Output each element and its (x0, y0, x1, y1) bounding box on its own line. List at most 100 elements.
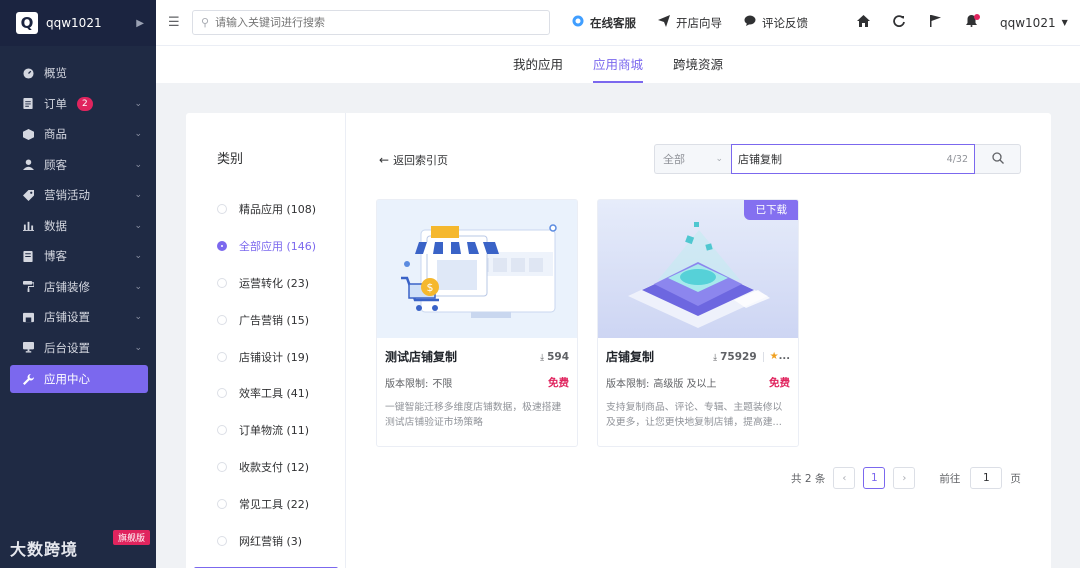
sidebar-item-app-center[interactable]: 应用中心 (10, 365, 148, 393)
footer-logo: 大数跨境 (10, 540, 79, 559)
radio-button[interactable] (217, 204, 227, 215)
download-icon: ⤓ (713, 352, 718, 363)
app-illustration-copy: 已下载 (598, 200, 798, 338)
chevron-down-icon: ⌄ (134, 159, 142, 170)
app-card-body: 测试店铺复制 ⤓ 594 版本限制: 不限 免费 一键智能迁移多维度店铺数据，极速… (377, 338, 577, 430)
global-search-input[interactable] (215, 16, 536, 29)
category-item[interactable]: 广告营销 (15) (217, 301, 316, 338)
page-suffix: 页 (1010, 472, 1021, 485)
sidebar-item-store-settings[interactable]: 店铺设置 ⌄ (0, 302, 156, 333)
radio-button[interactable] (217, 461, 227, 472)
price-label: 免费 (548, 377, 569, 389)
order-icon (22, 98, 34, 110)
header-actions (856, 13, 1000, 31)
radio-button[interactable] (217, 314, 227, 325)
sidebar-item-products[interactable]: 商品 ⌄ (0, 119, 156, 150)
star-icon: ★ (769, 351, 779, 362)
edition-badge: 旗舰版 (112, 530, 150, 545)
radio-button[interactable] (217, 535, 227, 546)
pagination: 共 2 条 ‹ 1 › 前往 1 页 (791, 467, 1021, 489)
scope-select[interactable]: 全部 ⌄ (654, 144, 731, 174)
char-count: 4/32 (946, 153, 968, 165)
download-count: ⤓ 594 (540, 350, 569, 363)
category-item[interactable]: 网红营销 (3) (217, 522, 316, 559)
download-icon: ⤓ (540, 352, 545, 363)
home-icon[interactable] (856, 14, 870, 31)
customer-icon (22, 159, 34, 171)
app-title: 测试店铺复制 (385, 350, 458, 364)
app-search-bar: 全部 ⌄ 4/32 (654, 144, 1021, 174)
product-icon (22, 128, 34, 140)
tab-my-apps[interactable]: 我的应用 (513, 46, 563, 83)
prev-page-button[interactable]: ‹ (833, 467, 856, 489)
tab-app-store[interactable]: 应用商城 (592, 46, 644, 83)
refresh-icon[interactable] (892, 14, 906, 31)
downloaded-badge: 已下载 (743, 200, 798, 220)
tab-cross-border-resources[interactable]: 跨境资源 (673, 46, 723, 83)
user-menu[interactable]: qqw1021 ▼ (1000, 16, 1068, 30)
radio-button[interactable] (217, 277, 227, 288)
brand-switcher[interactable]: Q qqw1021 ▶ (0, 0, 156, 46)
category-item[interactable]: 运营转化 (23) (217, 265, 316, 302)
sidebar-menu: 概览 订单 2 ⌄ 商品 ⌄ 顾客 ⌄ 营销活动 ⌄ 数据 ⌄ 博客 ⌄ 店铺装… (0, 58, 156, 393)
chevron-down-icon: ⌄ (134, 342, 142, 353)
tag-icon (22, 189, 34, 201)
chevron-down-icon: ⌄ (134, 98, 142, 109)
monitor-icon (22, 342, 34, 354)
caret-down-icon: ▼ (1061, 18, 1068, 27)
version-limit-value: 不限 (432, 379, 453, 390)
category-item[interactable]: 常见工具 (22) (217, 485, 316, 522)
sidebar-item-admin-settings[interactable]: 后台设置 ⌄ (0, 333, 156, 364)
category-item[interactable]: 店铺设计 (19) (217, 338, 316, 375)
keyword-input[interactable] (738, 152, 947, 166)
app-card[interactable]: $ 测试店铺复制 ⤓ 594 版本限制: 不限 免费 一键智能迁移多维度店铺数据，… (376, 199, 578, 447)
chevron-down-icon: ⌄ (134, 220, 142, 231)
goto-label: 前往 (939, 472, 961, 485)
version-limit-label: 版本限制: (606, 379, 650, 390)
chevron-down-icon: ⌄ (134, 312, 142, 323)
category-item[interactable]: 收款支付 (12) (217, 449, 316, 486)
radio-button[interactable] (217, 241, 227, 252)
sidebar-item-customers[interactable]: 顾客 ⌄ (0, 150, 156, 181)
radio-button[interactable] (217, 388, 227, 399)
download-count: ⤓ 75929 (713, 350, 757, 363)
category-item[interactable]: 订单物流 (11) (217, 412, 316, 449)
version-limit-label: 版本限制: (385, 379, 429, 390)
feedback-link[interactable]: 评论反馈 (744, 15, 808, 31)
page-number-button[interactable]: 1 (863, 467, 886, 489)
app-store-panel: 类别 精品应用 (108) 全部应用 (146) 运营转化 (23) 广告营销 … (186, 113, 1051, 568)
back-to-index-link[interactable]: ← 返回索引页 (379, 152, 448, 168)
radio-button[interactable] (217, 425, 227, 436)
category-item[interactable]: 精品应用 (108) (217, 191, 316, 228)
store-settings-icon (22, 311, 34, 323)
sidebar-item-overview[interactable]: 概览 (0, 58, 156, 89)
app-card[interactable]: 已下载 店铺复制 ⤓ 75929 ★ ... 版本限制: 高级版 及以上 免费 支… (597, 199, 799, 447)
sidebar-item-store-design[interactable]: 店铺装修 ⌄ (0, 272, 156, 303)
sidebar-item-orders[interactable]: 订单 2 ⌄ (0, 89, 156, 120)
order-count-badge: 2 (77, 96, 93, 111)
app-card-body: 店铺复制 ⤓ 75929 ★ ... 版本限制: 高级版 及以上 免费 支持复制商… (598, 338, 798, 430)
store-guide-link[interactable]: 开店向导 (658, 15, 722, 31)
menu-toggle-icon[interactable]: ☰ (168, 15, 182, 30)
search-button[interactable] (975, 144, 1021, 174)
bell-icon[interactable] (964, 13, 980, 31)
sidebar-item-data[interactable]: 数据 ⌄ (0, 211, 156, 242)
radio-button[interactable] (217, 351, 227, 362)
category-item[interactable]: 全部应用 (146) (217, 228, 316, 265)
user-name: qqw1021 (1000, 15, 1056, 30)
sidebar-item-marketing[interactable]: 营销活动 ⌄ (0, 180, 156, 211)
goto-page-input[interactable]: 1 (970, 467, 1003, 489)
search-icon: ⚲ (201, 16, 210, 29)
notification-dot (974, 13, 980, 20)
sidebar-item-blog[interactable]: 博客 ⌄ (0, 241, 156, 272)
blog-icon (22, 250, 34, 262)
flag-icon[interactable] (928, 14, 942, 31)
radio-button[interactable] (217, 498, 227, 509)
search-icon (991, 151, 1004, 167)
brand-logo: Q (16, 12, 38, 34)
online-support-link[interactable]: 在线客服 (572, 15, 636, 31)
category-item[interactable]: 效率工具 (41) (217, 375, 316, 412)
next-page-button[interactable]: › (893, 467, 916, 489)
dashboard-icon (22, 67, 34, 79)
price-label: 免费 (769, 377, 790, 389)
